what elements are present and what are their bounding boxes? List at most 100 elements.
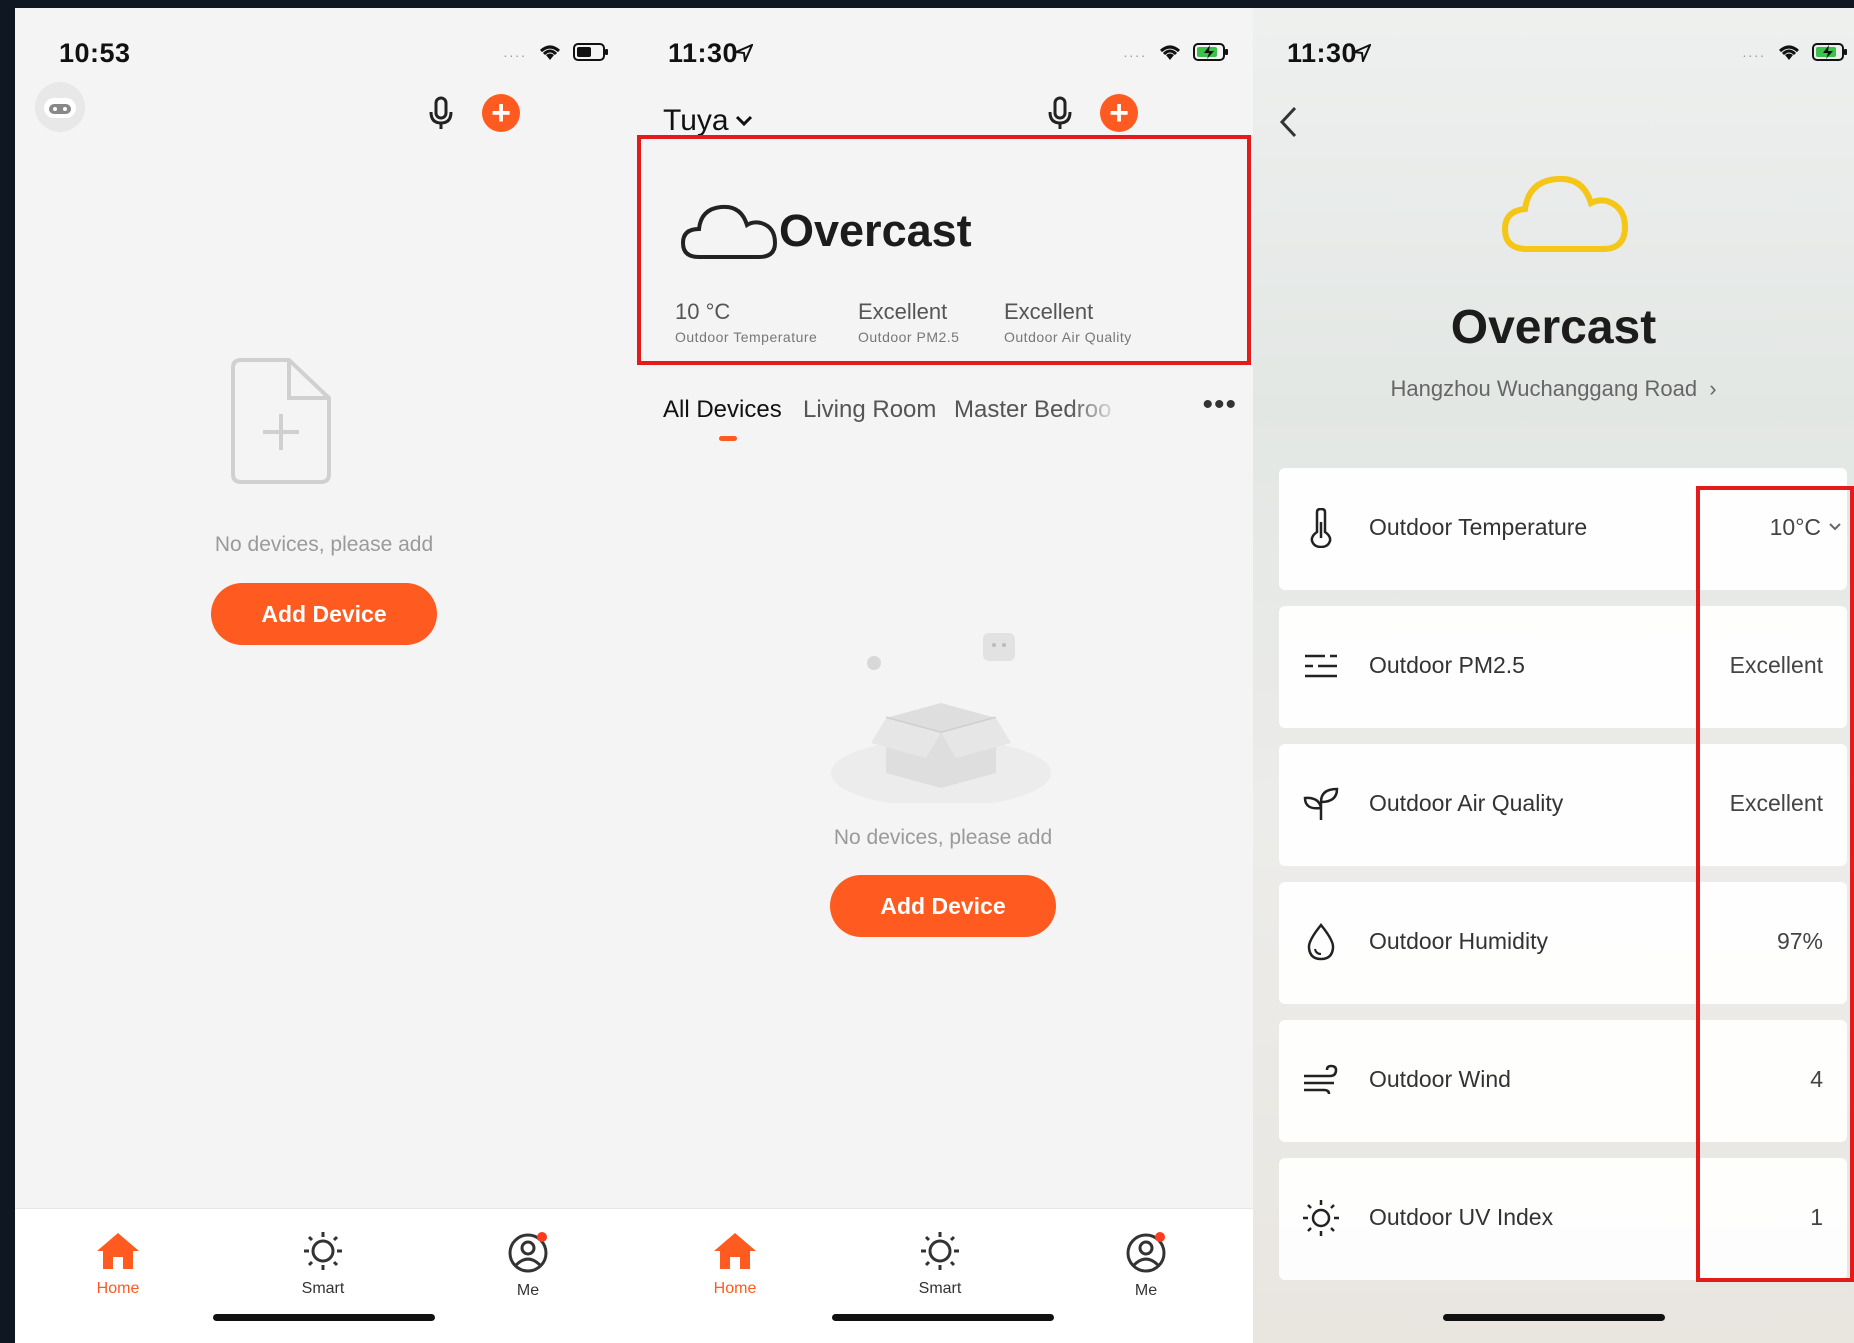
tab-home-label: Home bbox=[713, 1280, 757, 1297]
add-file-illustration bbox=[229, 356, 333, 486]
microphone-icon bbox=[429, 96, 453, 129]
status-time: 10:53 bbox=[59, 38, 131, 68]
microphone-button[interactable] bbox=[1045, 94, 1075, 132]
droplet-icon bbox=[1301, 922, 1341, 962]
add-plus-button[interactable]: + bbox=[482, 94, 520, 132]
home-indicator bbox=[213, 1314, 435, 1321]
chevron-left-icon bbox=[1279, 106, 1297, 138]
sun-icon bbox=[1301, 1198, 1341, 1238]
tab-smart-label: Smart bbox=[301, 1280, 345, 1297]
plus-icon: + bbox=[1109, 94, 1129, 132]
bottom-tab-bar: Home Smart Me bbox=[633, 1208, 1253, 1343]
screen-home-weather: 11:30 .... Tuya + Overcast 10 °C Outdoor… bbox=[633, 8, 1253, 1343]
thermometer-icon bbox=[1301, 508, 1341, 548]
wind-icon bbox=[1301, 1060, 1341, 1100]
tab-me[interactable]: Me bbox=[1096, 1231, 1196, 1300]
home-icon bbox=[714, 1233, 756, 1269]
home-selector[interactable]: Tuya bbox=[663, 104, 753, 138]
row-label: Outdoor Wind bbox=[1369, 1066, 1511, 1092]
cloud-icon bbox=[1501, 175, 1629, 252]
row-label: Outdoor Humidity bbox=[1369, 928, 1548, 954]
tab-master-bedroom[interactable]: Master Bedroo bbox=[954, 396, 1120, 424]
microphone-button[interactable] bbox=[426, 94, 456, 132]
tab-home[interactable]: Home bbox=[685, 1231, 785, 1298]
stat-pm25: Excellent Outdoor PM2.5 bbox=[858, 299, 959, 345]
air-quality-label: Outdoor Air Quality bbox=[1004, 329, 1132, 345]
file-plus-icon bbox=[231, 358, 331, 484]
row-label: Outdoor PM2.5 bbox=[1369, 652, 1525, 678]
home-indicator bbox=[832, 1314, 1054, 1321]
empty-message: No devices, please add bbox=[214, 533, 434, 556]
plus-icon: + bbox=[491, 94, 511, 132]
home-icon bbox=[97, 1233, 139, 1269]
signal-icon: .... bbox=[503, 44, 527, 60]
status-bar: 11:30 .... bbox=[1253, 26, 1854, 76]
wifi-icon bbox=[540, 45, 560, 60]
weather-condition: Overcast bbox=[1450, 301, 1657, 354]
screen-weather-detail: 11:30 .... Overcast Hangzhou Wuchanggang… bbox=[1253, 8, 1854, 1343]
avatar[interactable] bbox=[35, 82, 85, 132]
tab-smart[interactable]: Smart bbox=[273, 1231, 373, 1298]
empty-box-icon bbox=[831, 633, 1051, 803]
value-highlight-box bbox=[1696, 486, 1854, 1282]
sprout-icon bbox=[1301, 784, 1341, 824]
pm25-icon bbox=[1301, 646, 1341, 686]
tab-living-room[interactable]: Living Room bbox=[803, 396, 936, 424]
home-indicator bbox=[1442, 1314, 1665, 1321]
battery-charging-icon bbox=[1812, 43, 1847, 61]
chevron-down-icon bbox=[735, 115, 752, 127]
add-device-button[interactable]: Add Device bbox=[211, 583, 437, 645]
robot-avatar-icon bbox=[44, 98, 76, 118]
battery-charging-icon bbox=[1193, 43, 1228, 61]
chevron-right-icon: › bbox=[1709, 376, 1717, 401]
location-arrow-icon bbox=[735, 44, 753, 62]
status-icons: .... bbox=[1742, 42, 1848, 62]
status-bar: 11:30 .... bbox=[633, 26, 1253, 76]
tab-me-label: Me bbox=[516, 1282, 540, 1299]
weather-condition: Overcast bbox=[779, 205, 972, 256]
status-time: 11:30 bbox=[1287, 38, 1358, 68]
stat-temperature: 10 °C Outdoor Temperature bbox=[675, 299, 817, 345]
weather-card[interactable]: Overcast 10 °C Outdoor Temperature Excel… bbox=[637, 135, 1251, 365]
top-bar: + bbox=[15, 82, 633, 152]
bottom-tab-bar: Home Smart Me bbox=[15, 1208, 633, 1343]
tab-smart[interactable]: Smart bbox=[890, 1231, 990, 1298]
home-name: Tuya bbox=[663, 104, 729, 137]
sun-icon bbox=[921, 1232, 959, 1270]
more-icon[interactable]: ••• bbox=[1202, 388, 1237, 422]
temperature-label: Outdoor Temperature bbox=[675, 329, 818, 345]
tab-me-label: Me bbox=[1134, 1282, 1158, 1299]
add-device-button[interactable]: Add Device bbox=[830, 875, 1056, 937]
stat-air-quality: Excellent Outdoor Air Quality bbox=[1004, 299, 1132, 345]
tab-home[interactable]: Home bbox=[68, 1231, 168, 1298]
sun-icon bbox=[304, 1232, 342, 1270]
battery-icon bbox=[573, 43, 608, 61]
back-button[interactable] bbox=[1273, 102, 1303, 142]
pm25-label: Outdoor PM2.5 bbox=[858, 329, 960, 345]
tab-all-devices[interactable]: All Devices bbox=[663, 396, 782, 424]
room-tabs: All Devices Living Room Master Bedroo ••… bbox=[663, 386, 1243, 446]
add-plus-button[interactable]: + bbox=[1100, 94, 1138, 132]
status-icons: .... bbox=[1123, 42, 1229, 62]
cloud-icon bbox=[680, 204, 778, 259]
screen-home-empty: 10:53 .... + No devices, please add Add … bbox=[15, 8, 633, 1343]
location-link[interactable]: Hangzhou Wuchanggang Road › bbox=[1253, 376, 1854, 402]
row-label: Outdoor Air Quality bbox=[1369, 790, 1564, 816]
pm25-value: Excellent bbox=[858, 299, 948, 324]
active-tab-indicator bbox=[719, 436, 737, 441]
tab-home-label: Home bbox=[96, 1280, 140, 1297]
wifi-icon bbox=[1160, 45, 1180, 60]
user-icon bbox=[1126, 1232, 1166, 1273]
microphone-icon bbox=[1048, 96, 1072, 129]
signal-icon: .... bbox=[1123, 44, 1147, 60]
tab-me[interactable]: Me bbox=[478, 1231, 578, 1300]
wifi-icon bbox=[1779, 45, 1799, 60]
weather-hero-icon bbox=[1501, 168, 1629, 258]
status-bar: 10:53 .... bbox=[15, 26, 633, 76]
signal-icon: .... bbox=[1742, 44, 1766, 60]
location-name: Hangzhou Wuchanggang Road bbox=[1390, 376, 1698, 401]
status-time: 11:30 bbox=[668, 38, 739, 68]
air-quality-value: Excellent bbox=[1004, 299, 1094, 324]
row-label: Outdoor Temperature bbox=[1369, 514, 1588, 540]
empty-message: No devices, please add bbox=[833, 826, 1053, 849]
